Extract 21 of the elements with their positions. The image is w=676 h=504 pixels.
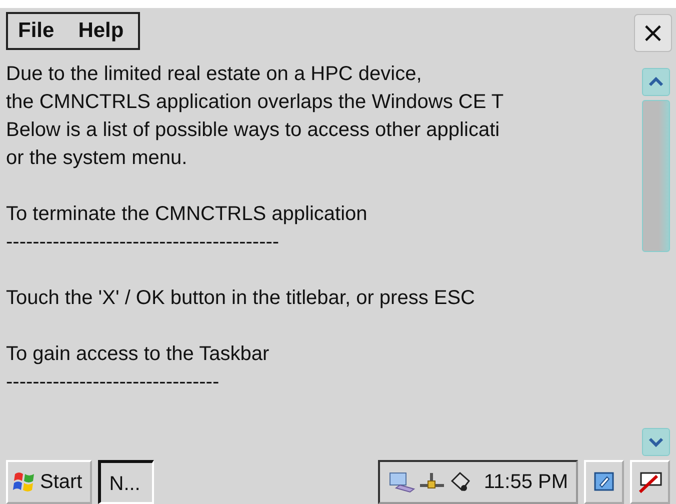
text-line: the CMNCTRLS application overlaps the Windows CE T [6,90,505,115]
text-line: ----------------------------------------- [6,230,280,255]
text-line: or the system menu. [6,146,188,171]
scroll-thumb[interactable] [642,100,670,252]
text-line: Below is a list of possible ways to access other applicati [6,118,501,143]
windows-flag-icon [12,470,36,494]
text-line: To gain access to the Taskbar [6,342,270,367]
taskbar-button[interactable]: N... [98,460,154,504]
start-button[interactable]: Start [6,460,92,504]
clock-time[interactable]: 11:55 PM [484,470,568,494]
text-line: Touch the 'X' / OK button in the titlebar, or press ESC [6,286,476,311]
computer-icon[interactable] [388,471,416,493]
menu-item[interactable]: File [18,19,54,43]
scroll-up-icon[interactable] [642,68,670,96]
scroll-down-icon[interactable] [642,428,670,456]
text-line: -------------------------------- [6,370,220,395]
text-line: Due to the limited real estate on a HPC device, [6,62,423,87]
menu-item[interactable]: Help [78,19,124,43]
text-line: To terminate the CMNCTRLS application [6,202,368,227]
close-button[interactable]: × [634,14,672,52]
pen-input-icon[interactable] [630,460,670,504]
